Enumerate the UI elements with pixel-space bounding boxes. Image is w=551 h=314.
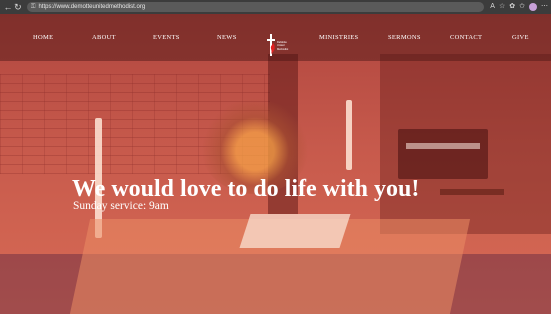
read-aloud-icon[interactable]: A [490, 2, 495, 12]
favorite-star-icon[interactable]: ☆ [499, 2, 505, 12]
address-bar[interactable]: ⚿ https://www.demotteunitedmethodist.org [26, 2, 485, 12]
profile-icon[interactable] [528, 3, 537, 11]
hero-headline: We would love to do life with you! [72, 176, 420, 202]
church-logo[interactable]: DeMotte United Methodist [264, 32, 294, 62]
nav-news[interactable]: NEWS [217, 34, 237, 41]
nav-give[interactable]: GIVE [512, 34, 529, 41]
back-arrow-icon[interactable]: ← [3, 2, 13, 12]
browser-toolbar: ← ↻ ⚿ https://www.demotteunitedmethodist… [0, 0, 551, 14]
nav-sermons[interactable]: SERMONS [388, 34, 421, 41]
logo-text: DeMotte United Methodist [277, 41, 289, 51]
nav-contact[interactable]: CONTACT [450, 34, 482, 41]
cross-and-flame-icon [267, 34, 275, 56]
hero-subline: Sunday service: 9am [73, 200, 169, 212]
candle [346, 100, 352, 170]
nav-events[interactable]: EVENTS [153, 34, 180, 41]
browser-tools: A ☆ ✿ ✩ ⋯ [490, 2, 548, 12]
open-bible [239, 214, 351, 248]
extensions-icon[interactable]: ✿ [509, 2, 515, 12]
lock-icon: ⚿ [30, 3, 36, 10]
refresh-icon[interactable]: ↻ [13, 2, 23, 12]
organ [398, 129, 488, 179]
more-icon[interactable]: ⋯ [541, 2, 548, 12]
favorites-icon[interactable]: ✩ [519, 2, 525, 12]
nav-ministries[interactable]: MINISTRIES [319, 34, 358, 41]
nav-about[interactable]: ABOUT [92, 34, 116, 41]
nav-home[interactable]: HOME [33, 34, 53, 41]
main-nav: HOME ABOUT EVENTS NEWS DeMotte United Me… [0, 14, 551, 61]
url-text: https://www.demotteunitedmethodist.org [38, 4, 146, 10]
